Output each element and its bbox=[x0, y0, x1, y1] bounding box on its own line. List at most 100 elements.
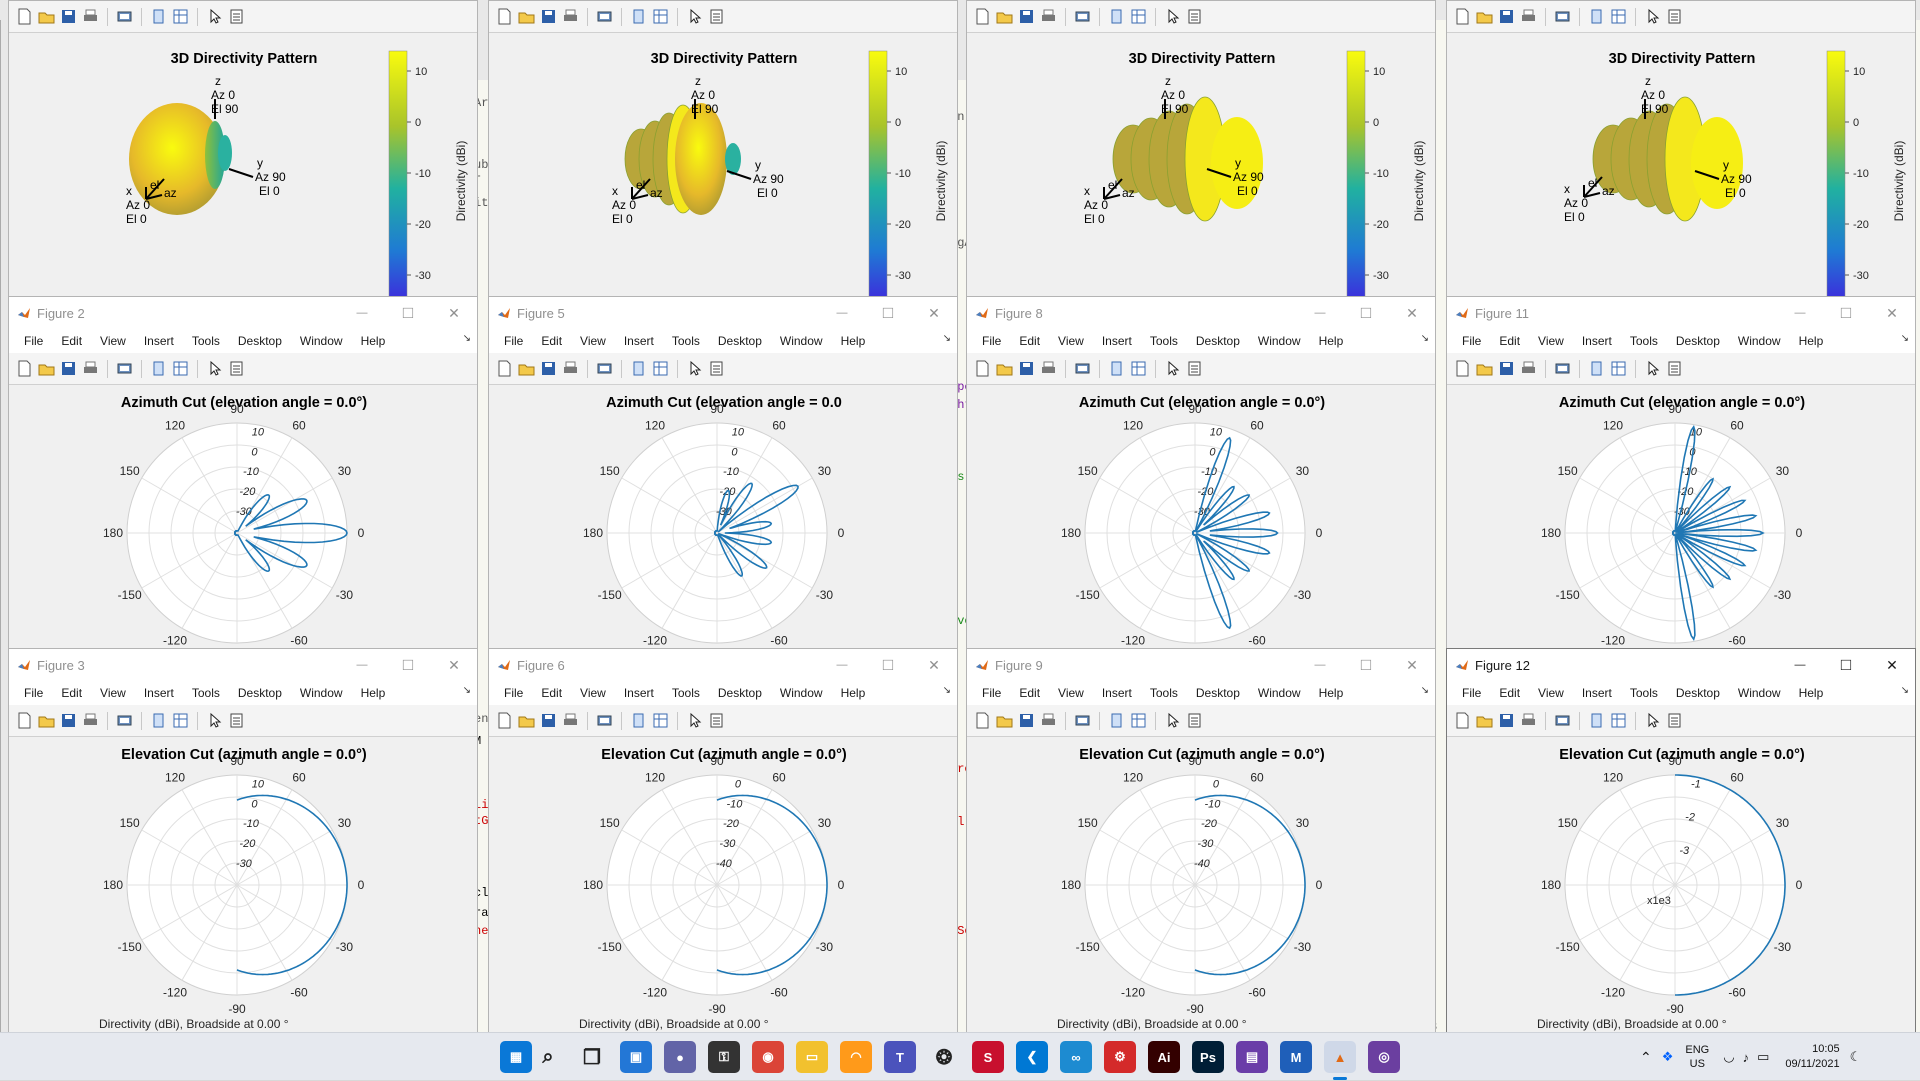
colorbar[interactable] bbox=[388, 50, 408, 300]
save-icon[interactable] bbox=[59, 359, 78, 378]
save-icon[interactable] bbox=[1017, 711, 1036, 730]
menu-desktop[interactable]: Desktop bbox=[1187, 686, 1249, 700]
menu-tools[interactable]: Tools bbox=[183, 334, 229, 348]
property-editor-icon[interactable] bbox=[227, 711, 246, 730]
open-folder-icon[interactable] bbox=[995, 359, 1014, 378]
clock[interactable]: 10:05 09/11/2021 bbox=[1785, 1042, 1839, 1072]
print-icon[interactable] bbox=[1039, 359, 1058, 378]
menu-help[interactable]: Help bbox=[1310, 686, 1353, 700]
print-icon[interactable] bbox=[81, 359, 100, 378]
chrome-icon[interactable]: ◉ bbox=[752, 1041, 784, 1073]
menu-insert[interactable]: Insert bbox=[1093, 334, 1141, 348]
pointer-icon[interactable] bbox=[1643, 711, 1662, 730]
arc-icon[interactable]: ◠ bbox=[840, 1041, 872, 1073]
print-preview-icon[interactable] bbox=[1073, 359, 1092, 378]
language-indicator[interactable]: ENG US bbox=[1685, 1043, 1709, 1071]
maximize-button[interactable]: □ bbox=[385, 649, 431, 681]
open-folder-icon[interactable] bbox=[517, 359, 536, 378]
menu-insert[interactable]: Insert bbox=[135, 686, 183, 700]
pointer-icon[interactable] bbox=[1643, 359, 1662, 378]
menu-help[interactable]: Help bbox=[1790, 686, 1833, 700]
minimize-button[interactable]: — bbox=[1297, 649, 1343, 681]
menu-desktop[interactable]: Desktop bbox=[1187, 334, 1249, 348]
new-file-icon[interactable] bbox=[15, 711, 34, 730]
new-file-icon[interactable] bbox=[495, 711, 514, 730]
minimize-button[interactable]: — bbox=[1777, 297, 1823, 329]
new-file-icon[interactable] bbox=[495, 359, 514, 378]
menu-edit[interactable]: Edit bbox=[1490, 334, 1529, 348]
minimize-button[interactable]: — bbox=[819, 297, 865, 329]
menu-help[interactable]: Help bbox=[352, 686, 395, 700]
menu-view[interactable]: View bbox=[1529, 334, 1573, 348]
tray-overflow-icon[interactable]: ⌃ bbox=[1640, 1049, 1652, 1066]
search-icon[interactable]: ⌕ bbox=[532, 1041, 564, 1073]
minimize-button[interactable]: — bbox=[1777, 649, 1823, 681]
menu-file[interactable]: File bbox=[495, 686, 532, 700]
close-button[interactable]: ✕ bbox=[431, 297, 477, 329]
open-folder-icon[interactable] bbox=[1475, 359, 1494, 378]
menu-help[interactable]: Help bbox=[1310, 334, 1353, 348]
hide-plot-tools-icon[interactable] bbox=[1587, 359, 1606, 378]
close-button[interactable]: ✕ bbox=[1389, 649, 1435, 681]
pointer-icon[interactable] bbox=[1163, 711, 1182, 730]
notification-icon[interactable]: ☾ bbox=[1850, 1049, 1862, 1065]
show-plot-tools-icon[interactable] bbox=[651, 711, 670, 730]
openai-icon[interactable]: ❂ bbox=[928, 1041, 960, 1073]
windows-start-icon[interactable]: ▦ bbox=[500, 1041, 532, 1073]
show-plot-tools-icon[interactable] bbox=[1609, 711, 1628, 730]
minimize-button[interactable]: — bbox=[1297, 297, 1343, 329]
pointer-icon[interactable] bbox=[685, 359, 704, 378]
save-icon[interactable] bbox=[539, 711, 558, 730]
dock-arrow-icon[interactable]: ↘ bbox=[463, 685, 471, 696]
menu-edit[interactable]: Edit bbox=[1010, 686, 1049, 700]
new-file-icon[interactable] bbox=[973, 359, 992, 378]
close-button[interactable]: ✕ bbox=[1869, 297, 1915, 329]
save-icon[interactable] bbox=[1017, 359, 1036, 378]
volume-icon[interactable]: ♪ bbox=[1743, 1050, 1750, 1065]
menu-help[interactable]: Help bbox=[352, 334, 395, 348]
illustrator-icon[interactable]: Ai bbox=[1148, 1041, 1180, 1073]
wifi-icon[interactable]: ◡ bbox=[1723, 1049, 1734, 1065]
menu-window[interactable]: Window bbox=[1729, 686, 1790, 700]
menu-view[interactable]: View bbox=[91, 686, 135, 700]
menu-desktop[interactable]: Desktop bbox=[1667, 686, 1729, 700]
dock-arrow-icon[interactable]: ↘ bbox=[943, 685, 951, 696]
menu-desktop[interactable]: Desktop bbox=[709, 686, 771, 700]
save-icon[interactable] bbox=[539, 359, 558, 378]
show-plot-tools-icon[interactable] bbox=[1129, 711, 1148, 730]
show-plot-tools-icon[interactable] bbox=[171, 359, 190, 378]
menu-window[interactable]: Window bbox=[1249, 334, 1310, 348]
teams-icon[interactable]: T bbox=[884, 1041, 916, 1073]
menu-edit[interactable]: Edit bbox=[532, 686, 571, 700]
menu-tools[interactable]: Tools bbox=[183, 686, 229, 700]
menu-desktop[interactable]: Desktop bbox=[229, 686, 291, 700]
minimize-button[interactable]: — bbox=[819, 649, 865, 681]
app-red-icon[interactable]: ⚙ bbox=[1104, 1041, 1136, 1073]
maximize-button[interactable]: □ bbox=[1823, 649, 1869, 681]
menu-file[interactable]: File bbox=[973, 686, 1010, 700]
window-titlebar[interactable]: Figure 5 — □ ✕ bbox=[489, 297, 957, 329]
menu-window[interactable]: Window bbox=[771, 686, 832, 700]
colorbar[interactable] bbox=[1346, 50, 1366, 300]
maximize-button[interactable]: □ bbox=[865, 649, 911, 681]
print-icon[interactable] bbox=[1519, 359, 1538, 378]
new-file-icon[interactable] bbox=[1453, 711, 1472, 730]
print-preview-icon[interactable] bbox=[115, 711, 134, 730]
property-editor-icon[interactable] bbox=[707, 711, 726, 730]
save-icon[interactable] bbox=[1497, 359, 1516, 378]
widgets-icon[interactable]: ▣ bbox=[620, 1041, 652, 1073]
hide-plot-tools-icon[interactable] bbox=[629, 711, 648, 730]
menu-tools[interactable]: Tools bbox=[1141, 686, 1187, 700]
menu-insert[interactable]: Insert bbox=[1573, 686, 1621, 700]
dock-arrow-icon[interactable]: ↘ bbox=[1901, 685, 1909, 696]
window-titlebar[interactable]: Figure 6 — □ ✕ bbox=[489, 649, 957, 681]
menu-view[interactable]: View bbox=[571, 686, 615, 700]
pointer-icon[interactable] bbox=[685, 711, 704, 730]
solidworks-icon[interactable]: S bbox=[972, 1041, 1004, 1073]
property-editor-icon[interactable] bbox=[707, 359, 726, 378]
menu-edit[interactable]: Edit bbox=[1490, 686, 1529, 700]
menu-insert[interactable]: Insert bbox=[615, 686, 663, 700]
maximize-button[interactable]: □ bbox=[385, 297, 431, 329]
menu-desktop[interactable]: Desktop bbox=[1667, 334, 1729, 348]
menu-tools[interactable]: Tools bbox=[663, 686, 709, 700]
